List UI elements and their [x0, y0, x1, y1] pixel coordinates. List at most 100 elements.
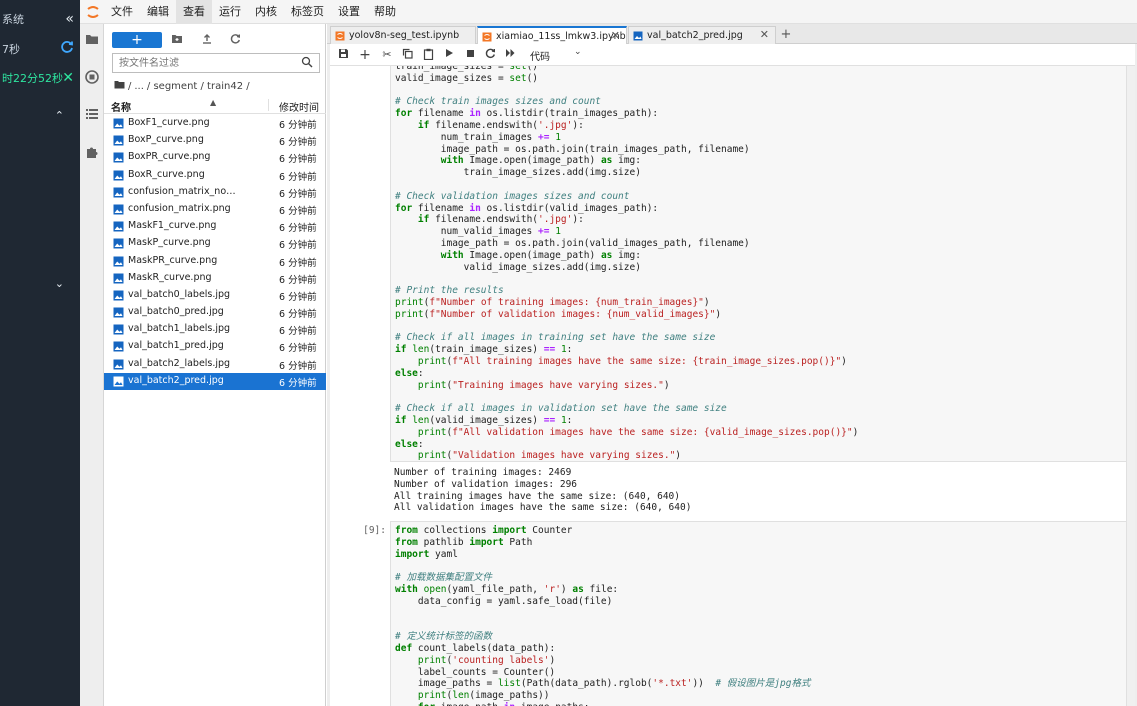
menu-kernel[interactable]: 内核: [248, 0, 284, 24]
file-name: BoxF1_curve.png: [128, 117, 210, 128]
close-icon[interactable]: ✕: [62, 70, 74, 86]
menu-edit[interactable]: 编辑: [140, 0, 176, 24]
file-row[interactable]: BoxF1_curve.png 6 分钟前: [104, 115, 326, 132]
new-launcher-button[interactable]: +: [112, 32, 162, 48]
code-cell-input[interactable]: from collections import Counter from pat…: [390, 521, 1134, 706]
menu-bar: 文件 编辑 查看 运行 内核 标签页 设置 帮助: [80, 0, 1137, 24]
tab-yolov8n-notebook[interactable]: yolov8n-seg_test.ipynb: [330, 26, 476, 44]
restart-kernel-icon[interactable]: [483, 48, 497, 62]
file-row[interactable]: MaskPR_curve.png 6 分钟前: [104, 253, 326, 270]
running-kernels-icon[interactable]: [85, 70, 99, 84]
tab-close-icon[interactable]: ✕: [760, 28, 769, 41]
breadcrumb-root[interactable]: /: [128, 81, 131, 92]
outer-row-system: 系统 «: [0, 8, 80, 30]
new-tab-plus-icon[interactable]: +: [778, 27, 794, 43]
image-file-icon: [113, 290, 124, 301]
menu-file[interactable]: 文件: [104, 0, 140, 24]
file-row[interactable]: BoxR_curve.png 6 分钟前: [104, 167, 326, 184]
file-modified-time: 6 分钟前: [279, 188, 317, 200]
outer-row-timer: 7秒: [0, 38, 80, 60]
file-row[interactable]: val_batch1_pred.jpg 6 分钟前: [104, 338, 326, 355]
file-row[interactable]: confusion_matrix.png 6 分钟前: [104, 201, 326, 218]
file-name: val_batch2_labels.jpg: [128, 357, 231, 369]
file-modified-time: 6 分钟前: [279, 257, 317, 269]
fast-forward-icon[interactable]: [503, 48, 517, 62]
outer-row-collapse: ⌃: [0, 104, 80, 126]
file-row[interactable]: BoxP_curve.png 6 分钟前: [104, 132, 326, 149]
breadcrumb-path[interactable]: / segment / train42 /: [147, 81, 250, 92]
image-file-icon: [113, 204, 124, 215]
notebook-icon: [335, 31, 345, 41]
column-modified-header[interactable]: 修改时间: [279, 99, 319, 114]
tab-val-batch2-image[interactable]: val_batch2_pred.jpg ✕: [628, 26, 776, 44]
cut-scissors-icon[interactable]: ✂: [380, 48, 394, 62]
breadcrumb-ellipsis[interactable]: ...: [134, 81, 144, 92]
file-name: val_batch0_labels.jpg: [128, 288, 231, 300]
file-row[interactable]: MaskR_curve.png 6 分钟前: [104, 270, 326, 287]
extension-puzzle-icon[interactable]: [85, 145, 99, 159]
outer-seconds-label: 7秒: [2, 43, 20, 56]
file-name: BoxPR_curve.png: [128, 151, 211, 163]
file-row[interactable]: val_batch2_pred.jpg 6 分钟前: [104, 372, 326, 390]
file-name: val_batch2_pred.jpg: [128, 374, 224, 386]
file-modified-time: 6 分钟前: [279, 377, 317, 389]
file-row[interactable]: val_batch2_labels.jpg 6 分钟前: [104, 356, 326, 373]
upload-icon[interactable]: [200, 33, 214, 47]
paste-clipboard-icon[interactable]: [421, 48, 435, 62]
run-play-icon[interactable]: [442, 48, 456, 62]
cell-output: Number of training images: 2469 Number o…: [394, 467, 692, 514]
file-list: BoxF1_curve.png 6 分钟前 BoxP_curve.png 6 分钟前 B…: [104, 115, 326, 390]
image-file-icon: [113, 256, 124, 267]
chevron-up-icon[interactable]: ⌃: [55, 109, 64, 122]
cell-type-select[interactable]: 代码: [530, 48, 550, 63]
file-modified-time: 6 分钟前: [279, 171, 317, 183]
notebook-scrollbar[interactable]: [1126, 66, 1135, 706]
tab-label: yolov8n-seg_test.ipynb: [349, 30, 460, 41]
tab-label: xiamiao_11ss_lmkw3.ipynb: [496, 31, 626, 42]
file-modified-time: 6 分钟前: [279, 274, 317, 286]
image-file-icon: [113, 376, 124, 387]
menu-tabs[interactable]: 标签页: [284, 0, 331, 24]
menu-run[interactable]: 运行: [212, 0, 248, 24]
new-folder-icon[interactable]: [170, 33, 184, 47]
tab-close-icon[interactable]: ✕: [611, 29, 620, 42]
file-row[interactable]: confusion_matrix_nor... 6 分钟前: [104, 184, 326, 201]
menu-view[interactable]: 查看: [176, 0, 212, 24]
image-file-icon: [113, 307, 124, 318]
file-modified-time: 6 分钟前: [279, 223, 317, 235]
chevron-down-icon[interactable]: ⌄: [55, 277, 64, 290]
table-of-contents-icon[interactable]: [85, 108, 99, 122]
file-filter-input[interactable]: [113, 54, 293, 72]
file-row[interactable]: val_batch0_labels.jpg 6 分钟前: [104, 287, 326, 304]
image-file-icon: [113, 221, 124, 232]
file-name: MaskR_curve.png: [128, 271, 212, 283]
file-row[interactable]: val_batch0_pred.jpg 6 分钟前: [104, 304, 326, 321]
file-name: BoxR_curve.png: [128, 168, 205, 180]
file-name: confusion_matrix.png: [128, 202, 231, 214]
chevron-down-icon[interactable]: ⌄: [574, 47, 582, 57]
double-chevron-left-icon[interactable]: «: [65, 11, 74, 27]
stop-icon[interactable]: [463, 48, 477, 62]
save-icon[interactable]: [336, 48, 350, 62]
insert-cell-plus-icon[interactable]: +: [358, 48, 372, 62]
file-row[interactable]: MaskF1_curve.png 6 分钟前: [104, 218, 326, 235]
menu-help[interactable]: 帮助: [367, 0, 403, 24]
file-row[interactable]: val_batch1_labels.jpg 6 分钟前: [104, 321, 326, 338]
copy-icon[interactable]: [400, 48, 414, 62]
main-area: yolov8n-seg_test.ipynb xiamiao_11ss_lmkw…: [327, 24, 1137, 706]
refresh-files-icon[interactable]: [228, 33, 242, 47]
file-row[interactable]: MaskP_curve.png 6 分钟前: [104, 235, 326, 252]
home-folder-icon[interactable]: [114, 80, 125, 92]
image-file-icon: [113, 359, 124, 370]
folder-icon[interactable]: [85, 33, 99, 47]
file-modified-time: 6 分钟前: [279, 326, 317, 338]
outer-side-panel: 系统 « 7秒 时22分52秒 ✕ ⌃ ⌄: [0, 0, 80, 706]
file-row[interactable]: BoxPR_curve.png 6 分钟前: [104, 149, 326, 166]
breadcrumb: / ... / segment / train42 /: [114, 79, 250, 93]
code-cell-input[interactable]: train_image_sizes = set() valid_image_si…: [390, 66, 1134, 462]
cell-prompt: [9]:: [363, 525, 386, 536]
refresh-icon[interactable]: [60, 40, 74, 58]
tab-xiamiao-notebook[interactable]: xiamiao_11ss_lmkw3.ipynb ✕: [477, 26, 627, 45]
column-name-header[interactable]: 名称: [111, 99, 131, 114]
menu-settings[interactable]: 设置: [331, 0, 367, 24]
